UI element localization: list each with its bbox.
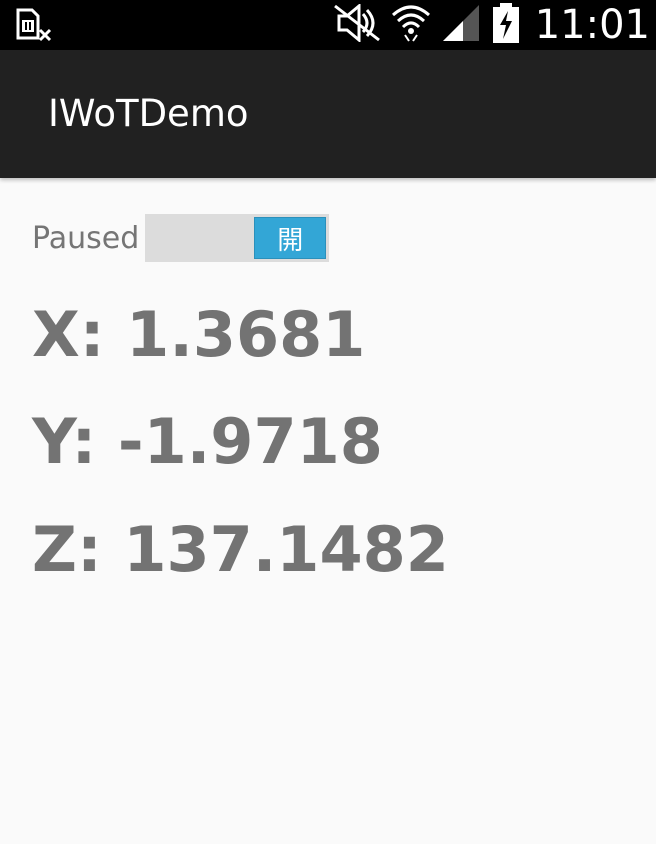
sim-card-error-icon <box>14 8 54 44</box>
status-clock: 11:01 <box>534 2 650 48</box>
x-reading: X: 1.3681 <box>32 298 366 371</box>
battery-charging-icon <box>491 3 521 47</box>
paused-label: Paused <box>32 220 140 256</box>
app-title: IWoTDemo <box>48 92 249 135</box>
app-bar: IWoTDemo <box>0 50 656 178</box>
z-reading: Z: 137.1482 <box>32 513 449 586</box>
pause-toggle-switch[interactable]: 開 <box>145 214 330 262</box>
status-bar: 11:01 <box>0 0 656 50</box>
main-content: Paused 開 X: 1.3681 Y: -1.9718 Z: 137.148… <box>0 178 656 844</box>
pause-toggle-row: Paused 開 <box>32 214 330 262</box>
mute-icon <box>333 2 381 46</box>
signal-icon <box>441 3 481 47</box>
y-reading: Y: -1.9718 <box>32 405 383 478</box>
toggle-thumb[interactable]: 開 <box>254 217 327 259</box>
wifi-icon <box>391 3 431 47</box>
